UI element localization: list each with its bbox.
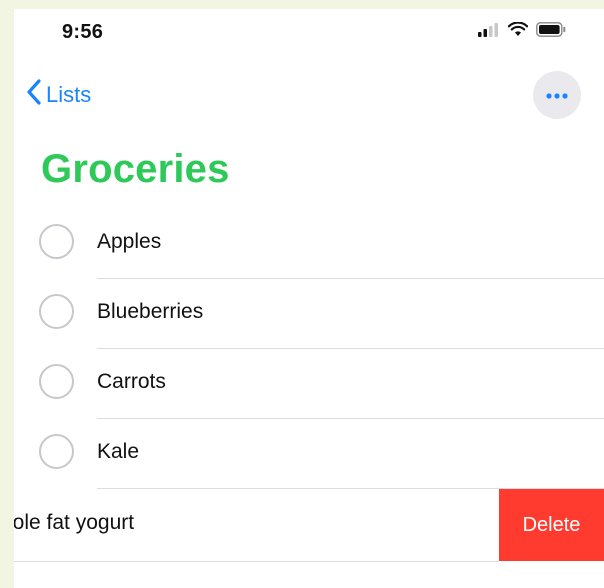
swiped-item-label: hole fat yogurt <box>14 511 135 534</box>
back-button[interactable]: Lists <box>26 79 91 110</box>
divider <box>14 561 499 562</box>
list-item[interactable]: Apples <box>14 209 604 279</box>
reminder-list: Apples Blueberries Carrots Kale <box>14 209 604 489</box>
list-item[interactable]: Blueberries <box>14 279 604 349</box>
screen: 9:56 Lists Groceries Apples Blueberries … <box>14 9 604 588</box>
list-item[interactable]: Kale <box>14 419 604 489</box>
swiped-list-item[interactable]: hole fat yogurt Delete <box>14 489 604 561</box>
back-label: Lists <box>46 81 92 107</box>
item-label: Kale <box>97 440 140 463</box>
item-label: Apples <box>97 230 162 253</box>
item-label: Blueberries <box>97 300 204 323</box>
list-item[interactable]: Carrots <box>14 349 604 419</box>
checkbox-circle[interactable] <box>39 364 74 399</box>
checkbox-circle[interactable] <box>39 294 74 329</box>
ellipsis-icon <box>546 86 568 104</box>
item-label: Carrots <box>97 370 166 393</box>
delete-label: Delete <box>522 513 581 536</box>
checkbox-circle[interactable] <box>39 434 74 469</box>
more-options-button[interactable] <box>533 71 581 119</box>
status-icons <box>478 21 566 42</box>
delete-button[interactable]: Delete <box>499 489 604 561</box>
list-title: Groceries <box>41 147 230 191</box>
checkbox-circle[interactable] <box>39 224 74 259</box>
chevron-left-icon <box>26 79 42 110</box>
wifi-icon <box>507 21 529 42</box>
battery-icon <box>536 22 566 42</box>
device-frame: 9:56 Lists Groceries Apples Blueberries … <box>0 0 604 588</box>
status-time: 9:56 <box>62 21 104 43</box>
cellular-signal-icon <box>478 22 500 42</box>
